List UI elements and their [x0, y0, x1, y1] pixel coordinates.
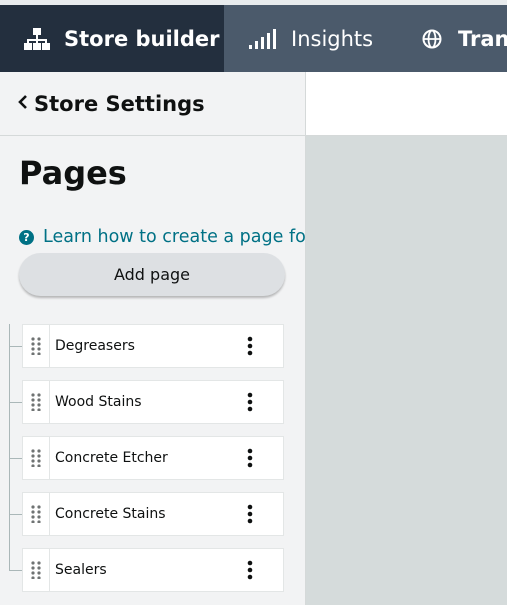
more-options-icon[interactable]	[247, 324, 283, 368]
more-options-icon[interactable]	[247, 380, 283, 424]
top-nav: Store builder Insights Trans	[0, 0, 507, 72]
help-link-label: Learn how to create a page fo	[43, 227, 305, 247]
add-page-button[interactable]: Add page	[19, 253, 285, 296]
page-title: Pages	[19, 154, 127, 192]
store-settings-header: Store Settings	[0, 72, 305, 136]
drag-handle-icon[interactable]	[23, 436, 50, 480]
globe-icon	[422, 29, 442, 49]
page-card[interactable]: Sealers	[22, 548, 284, 592]
page-label: Degreasers	[55, 338, 135, 354]
list-item: Concrete Stains	[0, 492, 305, 536]
list-item: Degreasers	[0, 324, 305, 368]
page-label: Wood Stains	[55, 394, 142, 410]
tree-branch	[9, 402, 22, 403]
page-label: Sealers	[55, 562, 107, 578]
back-label: Store Settings	[34, 91, 205, 116]
page-card[interactable]: Degreasers	[22, 324, 284, 368]
list-item: Wood Stains	[0, 380, 305, 424]
tab-label: Trans	[458, 26, 507, 51]
page-card[interactable]: Wood Stains	[22, 380, 284, 424]
page-list: Degreasers Wood Stains Concrete Etcher C…	[0, 324, 305, 604]
tree-branch	[9, 514, 22, 515]
more-options-icon[interactable]	[247, 436, 283, 480]
sitemap-icon	[24, 27, 50, 51]
tab-store-builder[interactable]: Store builder	[0, 5, 224, 72]
main-toolbar-area	[306, 72, 507, 136]
pages-sidepanel: Store Settings Pages ? Learn how to crea…	[0, 72, 305, 605]
more-options-icon[interactable]	[247, 492, 283, 536]
tree-branch	[9, 570, 22, 571]
tab-insights[interactable]: Insights	[249, 5, 373, 72]
page-card[interactable]: Concrete Etcher	[22, 436, 284, 480]
drag-handle-icon[interactable]	[23, 380, 50, 424]
tab-translations[interactable]: Trans	[422, 5, 507, 72]
page-label: Concrete Stains	[55, 506, 166, 522]
chevron-left-icon	[18, 91, 28, 116]
back-to-store-settings[interactable]: Store Settings	[18, 91, 205, 116]
bar-chart-icon	[249, 28, 277, 50]
list-item: Concrete Etcher	[0, 436, 305, 480]
tab-label: Insights	[291, 26, 374, 51]
page-label: Concrete Etcher	[55, 450, 168, 466]
drag-handle-icon[interactable]	[23, 324, 50, 368]
tab-label: Store builder	[64, 26, 220, 51]
list-item: Sealers	[0, 548, 305, 592]
tree-branch	[9, 458, 22, 459]
tree-branch	[9, 346, 22, 347]
drag-handle-icon[interactable]	[23, 492, 50, 536]
page-card[interactable]: Concrete Stains	[22, 492, 284, 536]
help-link[interactable]: ? Learn how to create a page fo	[19, 227, 305, 247]
drag-handle-icon[interactable]	[23, 548, 50, 592]
more-options-icon[interactable]	[247, 548, 283, 592]
preview-canvas	[306, 136, 507, 605]
help-question-icon: ?	[19, 229, 34, 245]
